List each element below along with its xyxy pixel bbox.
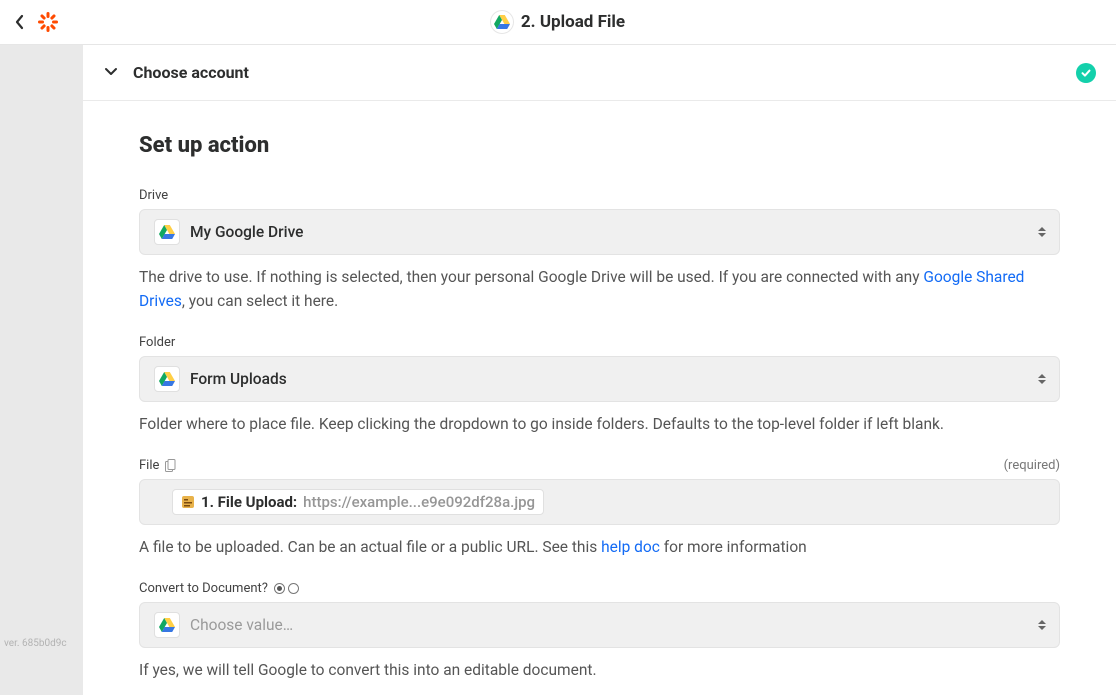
setup-action-title: Set up action [139,133,1060,158]
updown-icon [1037,226,1047,238]
main-panel: Choose account Set up action Drive My Go [83,45,1116,695]
chevron-down-icon [103,63,119,83]
radio-filled-icon [274,583,285,594]
page-title: 2. Upload File [521,12,625,32]
file-pill-value: https://example...e9e092df28a.jpg [303,493,535,511]
topbar: 2. Upload File [0,0,1116,45]
file-pill-label: 1. File Upload: [201,493,297,511]
drive-value: My Google Drive [190,223,303,241]
help-doc-link[interactable]: help doc [601,538,660,556]
folder-help-text: Folder where to place file. Keep clickin… [139,412,1060,436]
radio-empty-icon [288,583,299,594]
convert-help-text: If yes, we will tell Google to convert t… [139,658,1060,682]
google-drive-icon [154,612,180,638]
convert-field: Convert to Document? Choose value… [139,581,1060,682]
file-input[interactable]: 1. File Upload: https://example...e9e092… [139,479,1060,525]
google-drive-icon [154,366,180,392]
back-button[interactable] [14,13,26,31]
folder-value: Form Uploads [190,370,287,388]
convert-label: Convert to Document? [139,581,299,596]
required-label: (required) [1004,458,1060,473]
zapier-logo-icon [36,10,60,34]
version-label: ver. 685b0d9c [4,638,67,649]
folder-field: Folder Form Uploads Folder where to plac… [139,335,1060,436]
convert-placeholder: Choose value… [190,616,293,634]
choose-account-header[interactable]: Choose account [83,45,1116,101]
google-drive-icon [491,11,513,33]
drive-dropdown[interactable]: My Google Drive [139,209,1060,255]
file-help-text: A file to be uploaded. Can be an actual … [139,535,1060,559]
status-check-icon [1076,63,1096,83]
file-field: File (required) [139,458,1060,559]
copy-icon [165,459,176,472]
updown-icon [1037,619,1047,631]
folder-label: Folder [139,335,175,350]
file-pill[interactable]: 1. File Upload: https://example...e9e092… [172,489,544,515]
drive-help-text: The drive to use. If nothing is selected… [139,265,1060,313]
convert-dropdown[interactable]: Choose value… [139,602,1060,648]
drive-field: Drive My Google Drive The drive to us [139,188,1060,313]
choose-account-title: Choose account [133,63,249,82]
form-icon [181,495,195,509]
file-label: File [139,458,176,473]
folder-dropdown[interactable]: Form Uploads [139,356,1060,402]
drive-label: Drive [139,188,168,203]
updown-icon [1037,373,1047,385]
google-drive-icon [154,219,180,245]
